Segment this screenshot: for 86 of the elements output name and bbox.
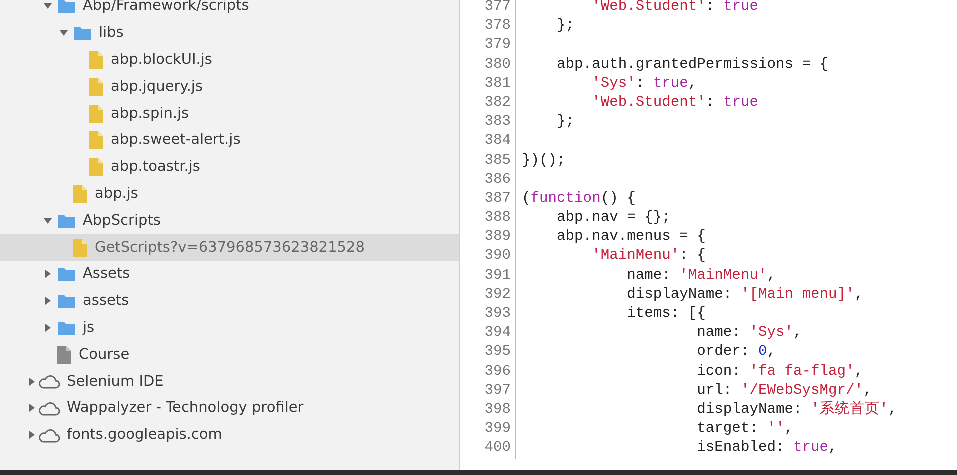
folder-icon <box>58 214 75 228</box>
line-number: 381 <box>460 74 516 94</box>
collapse-arrow-icon[interactable] <box>60 29 68 38</box>
line-number: 388 <box>460 209 516 228</box>
line-number: 385 <box>460 152 516 171</box>
code-line: isEnabled: true, <box>696 439 838 458</box>
code-line: }; <box>556 113 575 132</box>
line-number: 382 <box>460 94 516 114</box>
file-icon <box>89 50 103 69</box>
line-number: 386 <box>460 170 516 190</box>
tree-item[interactable]: abp.spin.js <box>0 100 459 127</box>
code-line: displayName: '[Main menu]', <box>626 286 864 305</box>
code-line: items: [{ <box>626 305 706 324</box>
collapse-arrow-icon[interactable] <box>44 2 52 10</box>
tree-item[interactable]: abp.blockUI.js <box>0 46 459 74</box>
line-number: 384 <box>460 132 516 152</box>
code-line: 'Sys': true, <box>591 74 698 94</box>
expand-arrow-icon[interactable] <box>28 431 36 440</box>
cloud-icon <box>38 400 60 416</box>
tree-item[interactable]: Assets <box>0 260 459 288</box>
line-number: 391 <box>460 266 516 286</box>
line-number: 390 <box>460 247 516 267</box>
code-line: url: '/EWebSysMgr/', <box>696 382 872 401</box>
tree-item[interactable]: libs <box>0 20 459 47</box>
code-line: })(); <box>521 152 566 170</box>
line-number: 400 <box>460 439 516 458</box>
code-line: name: 'MainMenu', <box>626 266 776 286</box>
code-line: name: 'Sys', <box>696 324 802 344</box>
collapse-arrow-icon[interactable] <box>44 216 52 225</box>
file-icon <box>89 158 103 176</box>
line-number: 389 <box>460 228 516 248</box>
code-line: abp.nav = {}; <box>556 209 671 228</box>
file-icon <box>89 131 103 150</box>
folder-icon <box>58 320 75 335</box>
line-number: 394 <box>460 324 516 344</box>
code-line: order: 0, <box>696 343 776 362</box>
code-line: (function() { <box>521 190 636 209</box>
tree-item[interactable]: abp.toastr.js <box>0 154 459 181</box>
tree-item[interactable]: fonts.googleapis.com <box>0 422 459 449</box>
line-number: 395 <box>460 343 516 363</box>
line-number: 393 <box>460 305 516 324</box>
line-number: 378 <box>460 17 516 36</box>
file-icon <box>57 346 71 364</box>
folder-icon <box>58 0 75 14</box>
tree-item[interactable]: js <box>0 314 459 342</box>
tree-item[interactable]: Wappalyzer - Technology profiler <box>0 394 459 422</box>
line-number: 396 <box>460 362 516 382</box>
code-line: abp.auth.grantedPermissions = { <box>556 56 829 75</box>
tree-item[interactable]: abp.jquery.js <box>0 73 459 100</box>
code-line: icon: 'fa fa-flag', <box>696 362 864 382</box>
tree-item[interactable]: abp.sweet-alert.js <box>0 126 459 154</box>
expand-arrow-icon[interactable] <box>44 324 52 332</box>
line-number: 398 <box>460 400 516 420</box>
line-number: 387 <box>460 190 516 210</box>
file-icon <box>73 238 87 257</box>
code-line: 'MainMenu': { <box>591 247 706 266</box>
tree-item[interactable]: abp.js <box>0 180 459 208</box>
line-number: 380 <box>460 56 516 75</box>
code-line: target: '', <box>696 420 794 440</box>
expand-arrow-icon[interactable] <box>28 378 36 386</box>
line-number: 383 <box>460 113 516 132</box>
tree-item[interactable]: AbpScripts <box>0 207 459 234</box>
code-line: displayName: '系统首页', <box>696 400 898 420</box>
line-number: 377 <box>460 0 516 18</box>
folder-icon <box>74 26 91 40</box>
file-icon <box>89 78 103 96</box>
file-icon <box>73 184 87 203</box>
tree-item[interactable]: Selenium IDE <box>0 368 459 395</box>
tree-item[interactable]: GetScripts?v=637968573623821528 <box>0 234 459 261</box>
code-line: abp.nav.menus = { <box>556 228 706 248</box>
expand-arrow-icon[interactable] <box>44 297 52 306</box>
file-icon <box>89 104 103 123</box>
cloud-icon <box>38 374 60 390</box>
line-number: 397 <box>460 382 516 401</box>
line-number: 392 <box>460 286 516 305</box>
tree-item[interactable]: Course <box>0 341 459 368</box>
folder-icon <box>58 294 75 308</box>
expand-arrow-icon[interactable] <box>28 404 36 412</box>
tree-item[interactable]: assets <box>0 288 459 315</box>
expand-arrow-icon[interactable] <box>44 270 52 278</box>
code-line: }; <box>556 17 575 36</box>
line-number: 399 <box>460 420 516 440</box>
line-number: 379 <box>460 36 516 56</box>
cloud-icon <box>38 428 60 443</box>
code-line: 'Web.Student': true <box>591 94 758 113</box>
folder-icon <box>58 267 75 282</box>
